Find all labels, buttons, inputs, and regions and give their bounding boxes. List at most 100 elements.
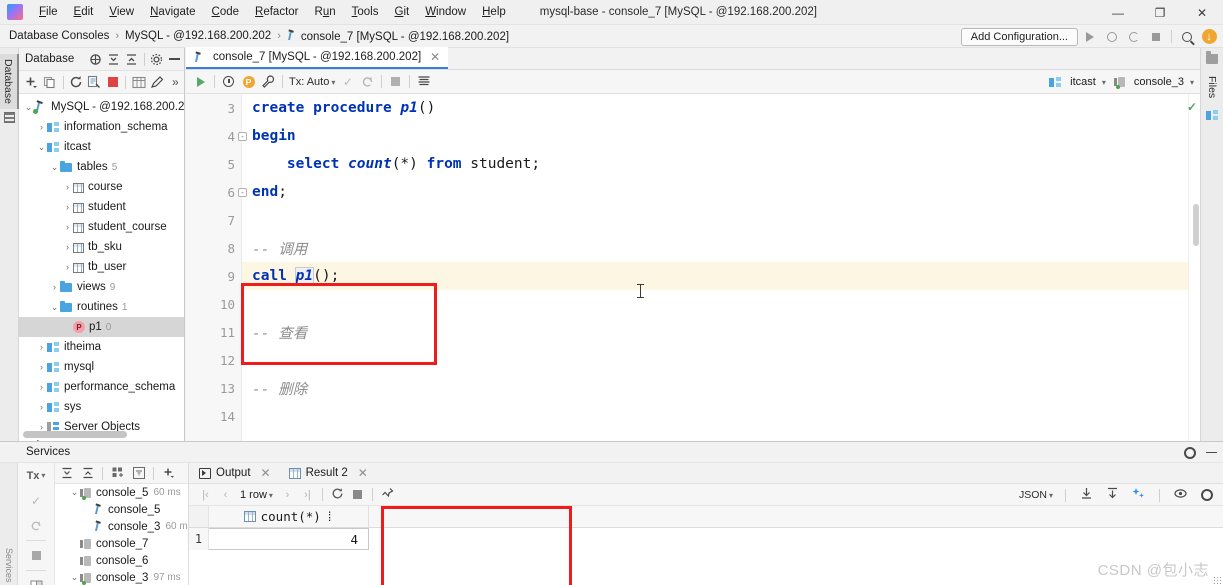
reload-icon[interactable]	[329, 487, 346, 503]
settings-icon[interactable]	[1198, 489, 1215, 501]
chevron-right-icon[interactable]: ›	[36, 342, 47, 352]
add-configuration-button[interactable]: Add Configuration...	[960, 27, 1078, 46]
editor-markers-gutter[interactable]: ✓	[1187, 94, 1200, 441]
ai-icon[interactable]	[1130, 487, 1147, 503]
line-number-12[interactable]: 12	[186, 346, 241, 374]
chevron-right-icon[interactable]: ›	[62, 182, 73, 192]
filter-icon[interactable]	[129, 464, 148, 483]
debug-icon[interactable]	[1102, 27, 1122, 46]
import-icon[interactable]	[1104, 487, 1121, 503]
code-line-6[interactable]: end;	[242, 178, 1188, 206]
menu-refactor[interactable]: Refactor	[247, 3, 306, 21]
settings-wrench-icon[interactable]	[259, 72, 278, 91]
code-line-9[interactable]: call p1 ();	[242, 262, 1188, 290]
chevron-right-icon[interactable]: ›	[62, 262, 73, 272]
close-icon[interactable]: ✕	[358, 466, 368, 480]
code-line-4[interactable]: begin	[242, 122, 1188, 150]
tree-item-performance-schema[interactable]: › performance_schema	[19, 377, 184, 397]
menu-run[interactable]: Run	[307, 3, 344, 21]
services-tree[interactable]: ⌄console_560 msconsole_5console_360 msco…	[55, 463, 189, 585]
chevron-right-icon[interactable]: ›	[36, 382, 47, 392]
line-number-6[interactable]: 6-	[186, 178, 247, 206]
close-icon[interactable]: ✕	[430, 50, 440, 64]
stop-icon[interactable]	[18, 543, 54, 568]
view-icon[interactable]	[1172, 488, 1189, 503]
menu-window[interactable]: Window	[417, 3, 474, 21]
stop-icon[interactable]	[104, 73, 121, 92]
coverage-icon[interactable]	[1124, 27, 1144, 46]
prev-page-button[interactable]: ‹	[217, 489, 234, 501]
menu-tools[interactable]: Tools	[344, 3, 387, 21]
menu-edit[interactable]: Edit	[66, 3, 102, 21]
database-tree[interactable]: ⌄ MySQL - @192.168.200.202 › information_sc…	[19, 94, 184, 441]
tx-icon[interactable]: Tx ▾	[18, 463, 54, 488]
settings-icon[interactable]	[148, 51, 165, 68]
line-number-8[interactable]: 8	[186, 234, 241, 262]
tree-item-views[interactable]: › views 9	[19, 277, 184, 297]
line-number-gutter[interactable]: 34-56-789✓1011121314	[186, 94, 259, 441]
breadcrumb-item-2[interactable]: console_7 [MySQL - @192.168.200.202]	[284, 29, 512, 44]
cell-count-value[interactable]: 4	[209, 528, 369, 550]
code-line-10[interactable]	[242, 290, 1188, 318]
sidebar-item-files[interactable]: Files	[1206, 76, 1218, 98]
line-number-10[interactable]: 10	[186, 290, 241, 318]
sync-icon[interactable]	[87, 51, 104, 68]
folder-icon[interactable]	[1206, 51, 1218, 64]
session-selector[interactable]: console_3 ▾	[1113, 76, 1194, 89]
chevron-down-icon[interactable]: ⌄	[49, 162, 60, 173]
sort-icon[interactable]: ⁞	[326, 509, 334, 525]
profile-icon[interactable]: P	[239, 72, 258, 91]
edit-icon[interactable]	[148, 73, 165, 92]
code-text[interactable]: create procedure p1() begin select count(…	[242, 94, 1188, 441]
chevron-right-icon[interactable]: ›	[62, 242, 73, 252]
code-editor[interactable]: 34-56-789✓1011121314 create procedure p1…	[186, 94, 1200, 441]
tree-item-itheima[interactable]: › itheima	[19, 337, 184, 357]
close-button[interactable]: ✕	[1181, 0, 1223, 25]
chevron-down-icon[interactable]: ⌄	[49, 302, 60, 313]
tab-output[interactable]: Output ✕	[199, 466, 271, 480]
rows-count-selector[interactable]: 1 row ▾	[237, 489, 276, 501]
chevron-down-icon[interactable]: ⌄	[69, 572, 80, 583]
chevron-right-icon[interactable]: ›	[36, 362, 47, 372]
chevron-right-icon[interactable]: ›	[36, 402, 47, 412]
menu-help[interactable]: Help	[474, 3, 514, 21]
last-page-button[interactable]: ›|	[299, 489, 316, 501]
rollback-icon[interactable]	[18, 513, 54, 538]
line-number-3[interactable]: 3	[186, 94, 241, 122]
code-line-5[interactable]: select count (*) from student;	[242, 150, 1188, 178]
chevron-down-icon[interactable]: ⌄	[69, 487, 80, 498]
chevron-down-icon[interactable]: ⌄	[36, 142, 47, 153]
menu-file[interactable]: File	[31, 3, 66, 21]
line-number-7[interactable]: 7	[186, 206, 241, 234]
sql-script-icon[interactable]	[86, 73, 103, 92]
transaction-mode-selector[interactable]: Tx: Auto ▾	[287, 76, 337, 88]
run-icon[interactable]	[191, 72, 210, 91]
settings-icon[interactable]	[1184, 446, 1196, 459]
tree-item-sys[interactable]: › sys	[19, 397, 184, 417]
code-line-14[interactable]	[242, 402, 1188, 430]
close-icon[interactable]: ✕	[261, 466, 271, 480]
line-number-9[interactable]: 9✓	[186, 262, 259, 290]
table-icon[interactable]	[130, 73, 147, 92]
tree-item-information-schema[interactable]: › information_schema	[19, 117, 184, 137]
collapse-all-icon[interactable]	[78, 464, 97, 483]
refresh-icon[interactable]	[67, 73, 84, 92]
more-icon[interactable]: »	[167, 73, 184, 92]
maximize-button[interactable]: ❐	[1139, 0, 1181, 25]
vertical-scrollbar[interactable]	[1193, 204, 1199, 246]
chevron-right-icon[interactable]: ›	[36, 122, 47, 132]
column-header-count[interactable]: count(*) ⁞	[209, 506, 369, 527]
sidebar-item-database[interactable]: Database	[0, 54, 19, 109]
stop-icon[interactable]	[1146, 27, 1166, 46]
updates-icon[interactable]: ↓	[1199, 27, 1219, 46]
tree-item-student[interactable]: › student	[19, 197, 184, 217]
run-icon[interactable]	[1080, 27, 1100, 46]
chevron-right-icon[interactable]: ›	[49, 282, 60, 292]
commit-icon[interactable]: ✓	[18, 488, 54, 513]
code-line-7[interactable]	[242, 206, 1188, 234]
tree-item-routines[interactable]: ⌄ routines 1	[19, 297, 184, 317]
stop-icon[interactable]	[386, 72, 405, 91]
stop-icon[interactable]	[349, 490, 366, 499]
services-tree-item-console-6[interactable]: console_6	[55, 552, 188, 569]
editor-tab-console-7[interactable]: console_7 [MySQL - @192.168.200.202] ✕	[186, 47, 449, 69]
